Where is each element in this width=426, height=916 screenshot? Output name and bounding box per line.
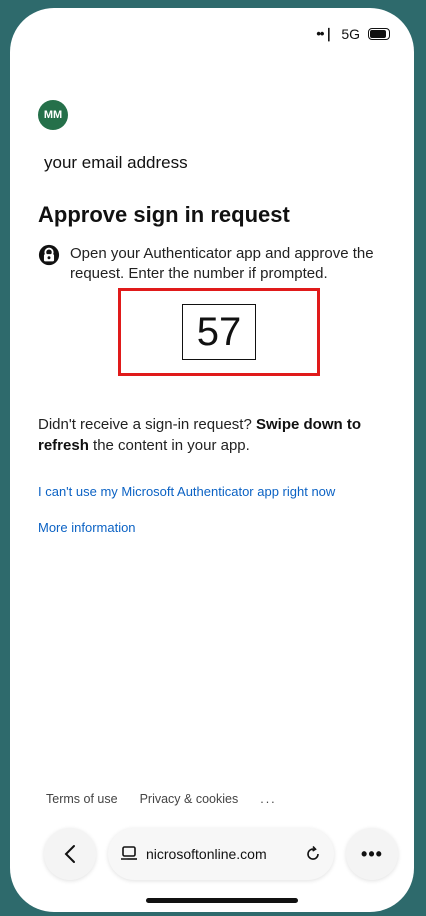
more-information-link[interactable]: More information: [38, 520, 136, 535]
footer-links: Terms of use Privacy & cookies ...: [46, 792, 277, 806]
back-button[interactable]: [44, 828, 96, 880]
cant-use-authenticator-link[interactable]: I can't use my Microsoft Authenticator a…: [38, 484, 335, 499]
more-options-button[interactable]: •••: [346, 828, 398, 880]
verification-number: 57: [182, 304, 256, 360]
browser-toolbar: nicrosoftonline.com •••: [44, 828, 400, 880]
network-label: 5G: [341, 26, 360, 42]
refresh-note-suffix: the content in your app.: [88, 437, 250, 454]
avatar: MM: [38, 100, 68, 130]
terms-of-use-link[interactable]: Terms of use: [46, 792, 118, 806]
page-title: Approve sign in request: [38, 202, 290, 227]
authenticator-lock-icon: [38, 244, 60, 266]
chevron-left-icon: [64, 845, 75, 863]
phone-screen: ••❘ 5G MM your email address Approve sig…: [10, 8, 414, 912]
reload-icon[interactable]: [304, 845, 322, 863]
signal-icon: ••❘: [316, 26, 334, 41]
url-text: nicrosoftonline.com: [146, 846, 267, 862]
refresh-note: Didn't receive a sign-in request? Swipe …: [38, 414, 408, 456]
battery-icon: [368, 28, 390, 40]
tab-overview-icon[interactable]: [120, 845, 138, 863]
footer-more-button[interactable]: ...: [260, 792, 276, 806]
address-bar[interactable]: nicrosoftonline.com: [108, 828, 334, 880]
instruction-text: Open your Authenticator app and approve …: [70, 245, 374, 282]
instruction-block: Open your Authenticator app and approve …: [38, 244, 398, 284]
refresh-note-prefix: Didn't receive a sign-in request?: [38, 416, 256, 433]
status-bar: ••❘ 5G: [316, 26, 390, 42]
account-email: your email address: [44, 153, 188, 172]
privacy-cookies-link[interactable]: Privacy & cookies: [140, 792, 239, 806]
home-indicator: [146, 898, 298, 903]
